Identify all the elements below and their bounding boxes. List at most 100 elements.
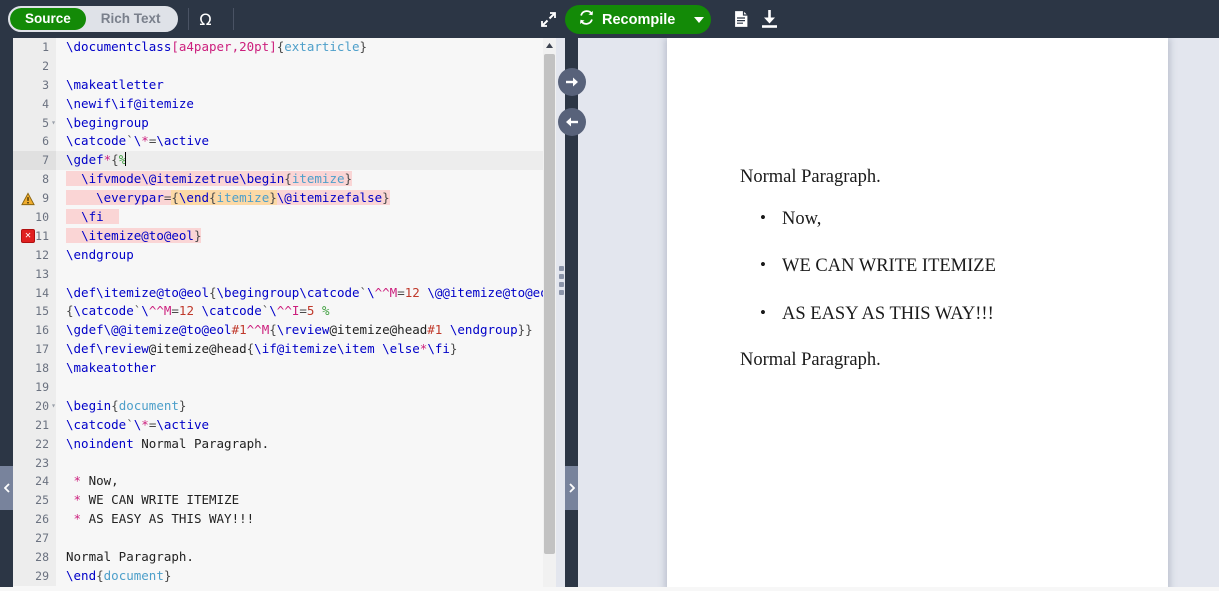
arrow-left-circle-icon[interactable] [558, 108, 586, 136]
code-line-text[interactable]: * AS EASY AS THIS WAY!!! [56, 510, 543, 529]
code-line[interactable]: 8 \ifvmode\@itemizetrue\begin{itemize} [13, 170, 543, 190]
code-line-text[interactable]: \documentclass[a4paper,20pt]{extarticle} [56, 38, 543, 57]
chevron-right-icon[interactable] [565, 466, 578, 510]
pdf-page: Normal Paragraph. Now, WE CAN WRITE ITEMI… [667, 38, 1168, 591]
code-line[interactable]: 10 \fi [13, 208, 543, 227]
fold-toggle-icon[interactable]: ▾ [48, 114, 56, 133]
code-editor[interactable]: 1 \documentclass[a4paper,20pt]{extarticle… [13, 38, 543, 591]
code-line-text[interactable]: \itemize@to@eol} [56, 227, 543, 246]
code-line[interactable]: 28 Normal Paragraph. [13, 548, 543, 567]
code-line-text[interactable]: \everypar={\end{itemize}\@itemizefalse} [56, 189, 543, 208]
code-line[interactable]: 11 ✕ \itemize@to@eol} [13, 226, 543, 246]
code-line[interactable]: 25 * WE CAN WRITE ITEMIZE [13, 491, 543, 511]
code-line-text[interactable]: \catcode`\*=\active [56, 132, 543, 151]
code-line-text[interactable]: \endgroup [56, 246, 543, 265]
line-number: 8 [13, 170, 56, 190]
refresh-icon [578, 9, 595, 31]
code-line[interactable]: 2 [13, 56, 543, 76]
drag-handle-icon[interactable] [559, 263, 566, 298]
code-line[interactable]: 20 ▾ \begin{document} [13, 396, 543, 416]
code-line[interactable]: 6 \catcode`\*=\active [13, 132, 543, 152]
recompile-main[interactable]: Recompile [565, 5, 685, 34]
code-line-text[interactable]: \makeatletter [56, 76, 543, 95]
code-line-text[interactable]: \makeatother [56, 359, 543, 378]
code-line[interactable]: 22 \noindent Normal Paragraph. [13, 434, 543, 454]
editor-scrollbar-thumb[interactable] [544, 54, 555, 554]
code-line[interactable]: 17 \def\review@itemize@head{\if@itemize\i… [13, 340, 543, 360]
code-line-text[interactable]: \fi [56, 208, 543, 227]
code-line-text[interactable]: \newif\if@itemize [56, 95, 543, 114]
code-line[interactable]: 1 \documentclass[a4paper,20pt]{extarticle… [13, 38, 543, 57]
expand-arrows-icon[interactable] [536, 8, 560, 30]
code-line-text[interactable]: \end{document} [56, 567, 543, 586]
pdf-paragraph-1: Normal Paragraph. [740, 167, 881, 187]
chevron-left-icon[interactable] [0, 466, 13, 510]
error-icon[interactable]: ✕ [21, 229, 35, 244]
chevron-up-icon[interactable] [543, 38, 556, 52]
code-line[interactable]: 19 [13, 378, 543, 397]
code-line[interactable]: 12 \endgroup [13, 245, 543, 265]
code-line[interactable]: 4 \newif\if@itemize [13, 94, 543, 114]
code-line[interactable]: 9 \everypar={\end{itemize}\@itemizefalse… [13, 189, 543, 209]
recompile-label: Recompile [602, 11, 676, 28]
source-mode-button[interactable]: Source [10, 8, 86, 30]
warning-icon[interactable] [21, 192, 35, 206]
code-line[interactable]: 5 ▾ \begingroup [13, 113, 543, 133]
line-number: 28 [13, 548, 56, 567]
code-line-text[interactable]: * WE CAN WRITE ITEMIZE [56, 491, 543, 510]
code-line-text[interactable]: \def\itemize@to@eol{\begingroup\catcode`… [56, 284, 543, 303]
line-number: 3 [13, 75, 56, 95]
code-line[interactable]: 15 {\catcode`\^^M=12 \catcode`\^^I=5 % [13, 302, 543, 322]
line-number: 9 [13, 189, 56, 209]
fold-toggle-icon[interactable]: ▾ [48, 397, 56, 416]
code-editor-pane: 1 \documentclass[a4paper,20pt]{extarticle… [0, 38, 556, 591]
code-line-text[interactable]: \gdef*{% [56, 151, 543, 171]
code-line[interactable]: 27 [13, 529, 543, 549]
code-line-text[interactable]: \noindent Normal Paragraph. [56, 435, 543, 454]
arrow-right-circle-icon[interactable] [558, 68, 586, 96]
line-number: 19 [13, 378, 56, 397]
pdf-list-item: Now, [760, 208, 1160, 230]
rich-text-mode-button[interactable]: Rich Text [86, 8, 176, 30]
code-line[interactable]: 18 \makeatother [13, 359, 543, 379]
code-line[interactable]: 7 \gdef*{% [13, 151, 543, 171]
code-line[interactable]: 29 \end{document} [13, 566, 543, 586]
code-line[interactable]: 3 \makeatletter [13, 75, 543, 95]
code-line[interactable]: 13 [13, 264, 543, 284]
code-line-text[interactable]: \catcode`\*=\active [56, 416, 543, 435]
code-line-text[interactable]: Normal Paragraph. [56, 548, 543, 567]
line-number: 2 [13, 56, 56, 76]
code-line-text[interactable]: \ifvmode\@itemizetrue\begin{itemize} [56, 170, 543, 189]
omega-icon[interactable]: Ω [189, 4, 223, 34]
line-number: 12 [13, 245, 56, 265]
code-line-text[interactable] [56, 454, 543, 473]
code-line-text[interactable]: \begin{document} [56, 397, 543, 416]
line-number: 25 [13, 491, 56, 511]
code-line-text[interactable]: * Now, [56, 472, 543, 491]
code-line-text[interactable] [56, 378, 543, 397]
code-line[interactable]: 14 \def\itemize@to@eol{\begingroup\catcod… [13, 283, 543, 303]
document-icon[interactable] [728, 7, 754, 31]
chevron-down-icon[interactable] [685, 5, 711, 34]
code-line[interactable]: 16 \gdef\@@itemize@to@eol#1^^M{\review@it… [13, 321, 543, 341]
editor-scrollbar[interactable] [543, 38, 556, 591]
code-line-text[interactable]: {\catcode`\^^M=12 \catcode`\^^I=5 % [56, 302, 543, 321]
code-line-text[interactable]: \begingroup [56, 114, 543, 133]
download-icon[interactable] [756, 7, 782, 31]
code-line[interactable]: 23 [13, 453, 543, 473]
code-line[interactable]: 24 * Now, [13, 472, 543, 492]
code-line-text[interactable] [56, 529, 543, 548]
code-line[interactable]: 26 * AS EASY AS THIS WAY!!! [13, 510, 543, 530]
code-line[interactable]: 21 \catcode`\*=\active [13, 415, 543, 435]
pane-divider[interactable] [556, 38, 602, 591]
recompile-button[interactable]: Recompile [565, 5, 712, 34]
code-line-text[interactable] [56, 265, 543, 284]
code-line-text[interactable] [56, 57, 543, 76]
line-number: 29 [13, 566, 56, 586]
code-line-text[interactable]: \gdef\@@itemize@to@eol#1^^M{\review@item… [56, 321, 543, 340]
editor-mode-toggle[interactable]: Source Rich Text [8, 6, 178, 32]
line-number: 17 [13, 340, 56, 360]
pdf-preview-pane[interactable]: Normal Paragraph. Now, WE CAN WRITE ITEMI… [602, 38, 1219, 591]
bottom-strip [0, 587, 1219, 591]
code-line-text[interactable]: \def\review@itemize@head{\if@itemize\ite… [56, 340, 543, 359]
